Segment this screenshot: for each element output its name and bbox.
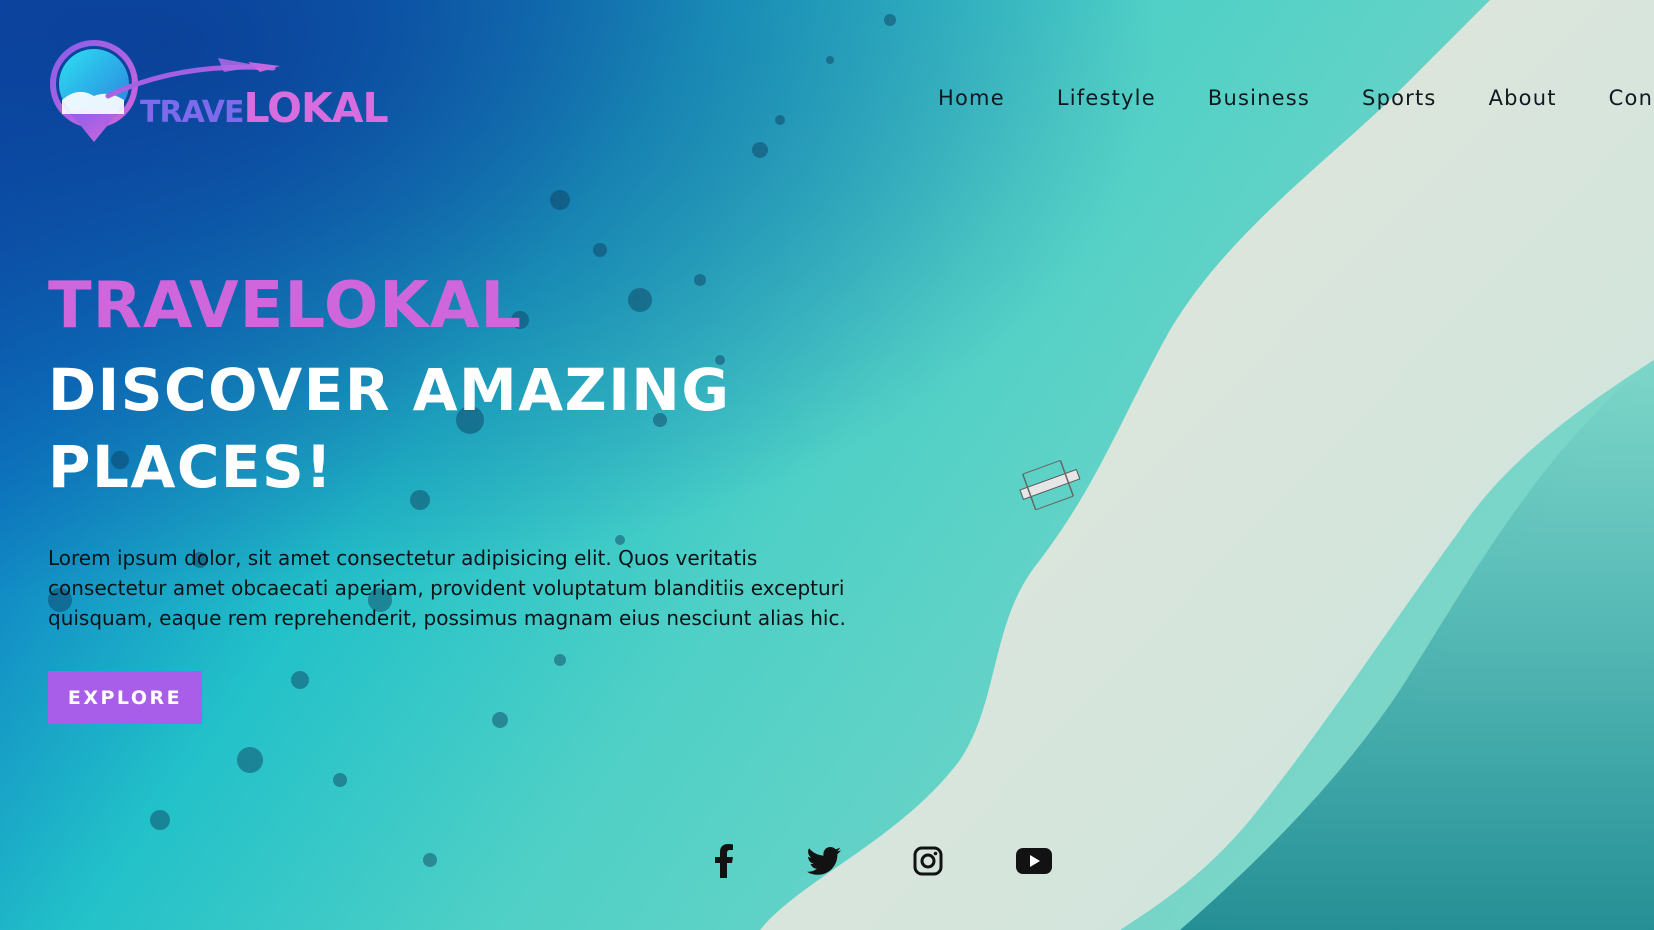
nav-item-lifestyle[interactable]: Lifestyle bbox=[1057, 86, 1156, 110]
social-links bbox=[0, 841, 1654, 881]
main-nav: Home Lifestyle Business Sports About Con bbox=[938, 86, 1654, 110]
nav-item-contact[interactable]: Con bbox=[1609, 86, 1653, 110]
site-logo[interactable]: TRAVELOKAL bbox=[48, 36, 389, 151]
logo-wordmark: TRAVELOKAL bbox=[140, 84, 389, 132]
instagram-icon[interactable] bbox=[908, 841, 948, 881]
hero-brand-heading: TRAVELOKAL bbox=[48, 269, 523, 343]
facebook-icon[interactable] bbox=[704, 841, 744, 881]
explore-button[interactable]: EXPLORE bbox=[48, 671, 202, 724]
hero-page: TRAVELOKAL Home Lifestyle Business Sport… bbox=[0, 0, 1654, 930]
logo-wordmark-part1: TRAVE bbox=[140, 95, 244, 130]
hero-title: DISCOVER AMAZING PLACES! bbox=[48, 356, 731, 501]
nav-item-about[interactable]: About bbox=[1489, 86, 1557, 110]
hero-description: Lorem ipsum dolor, sit amet consectetur … bbox=[48, 546, 846, 630]
nav-item-sports[interactable]: Sports bbox=[1362, 86, 1437, 110]
twitter-icon[interactable] bbox=[804, 841, 844, 881]
nav-item-business[interactable]: Business bbox=[1208, 86, 1310, 110]
logo-wordmark-part2: LOKAL bbox=[243, 84, 388, 132]
youtube-icon[interactable] bbox=[1014, 841, 1054, 881]
nav-item-home[interactable]: Home bbox=[938, 86, 1005, 110]
